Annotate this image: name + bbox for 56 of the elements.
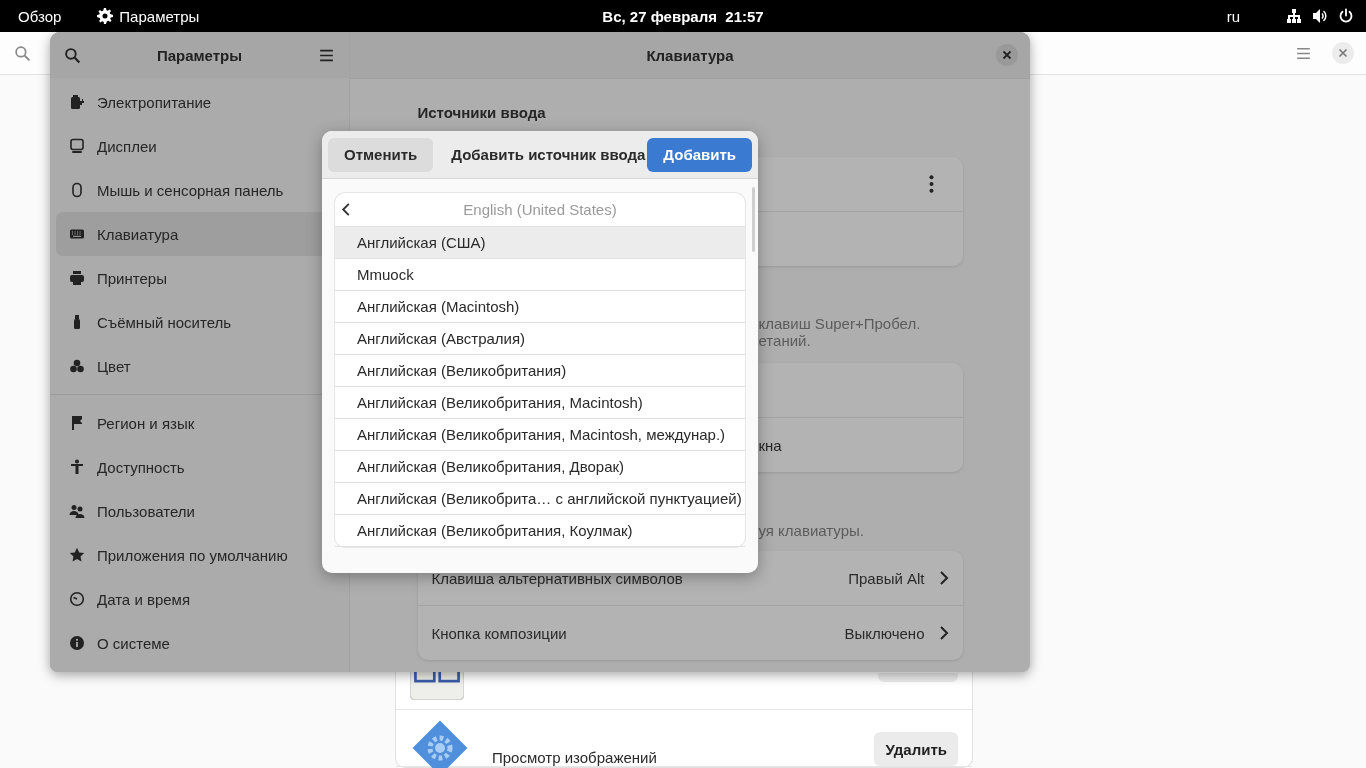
chevron-right-icon — [938, 570, 949, 586]
add-button[interactable]: Добавить — [647, 137, 752, 172]
sidebar-item[interactable]: О системе — [56, 621, 343, 665]
search-icon[interactable] — [14, 44, 31, 62]
keyboard-layout-indicator[interactable]: ru — [1226, 7, 1240, 25]
remove-button[interactable]: Удалить — [874, 732, 958, 766]
gear-icon — [97, 8, 114, 24]
layout-list-item[interactable]: Английская (Великобритания, Macintosh, междунар.) — [335, 419, 745, 451]
sidebar-title: Параметры — [156, 46, 243, 64]
layout-list-item[interactable]: Английская (США) — [335, 227, 745, 259]
option-label: кна — [758, 436, 782, 454]
description-text: клавиш Super+Пробел. — [758, 315, 921, 332]
dialog-title: Добавить источник ввода — [451, 146, 646, 163]
info-icon — [69, 635, 85, 651]
volume-icon[interactable] — [1312, 8, 1328, 24]
people-icon — [69, 503, 85, 519]
layout-list-item[interactable]: Английская (Великобритания) — [335, 355, 745, 387]
layout-list-item[interactable]: Английская (Великобрита… с английской пунктуацией) — [335, 483, 745, 515]
layout-list-item[interactable]: Английская (Великобритания, Macintosh) — [335, 387, 745, 419]
power-icon[interactable] — [1338, 8, 1354, 24]
monitor-icon — [69, 138, 85, 154]
printer-icon — [69, 270, 85, 286]
layout-list-item[interactable]: Английская (Великобритания, Дворак) — [335, 451, 745, 483]
description-text: етаний. — [758, 332, 811, 349]
circles-icon — [69, 358, 85, 374]
settings-row[interactable]: Кнопка композиции Выключено — [417, 605, 963, 660]
clock[interactable]: Вс, 27 февраля 21:57 — [602, 7, 764, 25]
page-title: Клавиатура — [646, 46, 734, 64]
sidebar-item[interactable]: Электропитание — [56, 80, 343, 124]
sidebar-item[interactable]: Дата и время — [56, 577, 343, 621]
activities-button[interactable]: Обзор — [18, 7, 62, 25]
cancel-button[interactable]: Отменить — [328, 137, 434, 172]
layout-list-item[interactable]: Mmuock — [335, 259, 745, 291]
description-text: уя клавиатуры. — [758, 522, 864, 539]
clock-icon — [69, 591, 85, 607]
layout-list-item[interactable]: Английская (Австралия) — [335, 323, 745, 355]
flag-icon — [69, 415, 85, 431]
battery-plug-icon — [69, 94, 85, 110]
back-icon[interactable] — [341, 202, 351, 217]
section-heading: Источники ввода — [417, 103, 547, 123]
language-name: English (United States) — [463, 201, 617, 218]
star-icon — [69, 547, 85, 563]
layout-list-item[interactable]: Английская (Macintosh) — [335, 291, 745, 323]
close-icon[interactable] — [1332, 42, 1354, 64]
app-name: Просмотр изображений — [492, 749, 657, 766]
diamond-gear-app-icon — [410, 718, 470, 768]
scrollbar[interactable] — [752, 187, 755, 252]
network-icon[interactable] — [1286, 8, 1302, 24]
mouse-icon — [69, 182, 85, 198]
layout-list-item[interactable]: Английская (Великобритания, Коулмак) — [335, 515, 745, 547]
close-icon[interactable] — [996, 44, 1018, 66]
person-icon — [69, 459, 85, 475]
chevron-right-icon — [938, 625, 949, 641]
app-menu[interactable]: Параметры — [97, 7, 200, 25]
more-options-icon[interactable] — [928, 175, 934, 193]
search-icon[interactable] — [64, 46, 81, 64]
